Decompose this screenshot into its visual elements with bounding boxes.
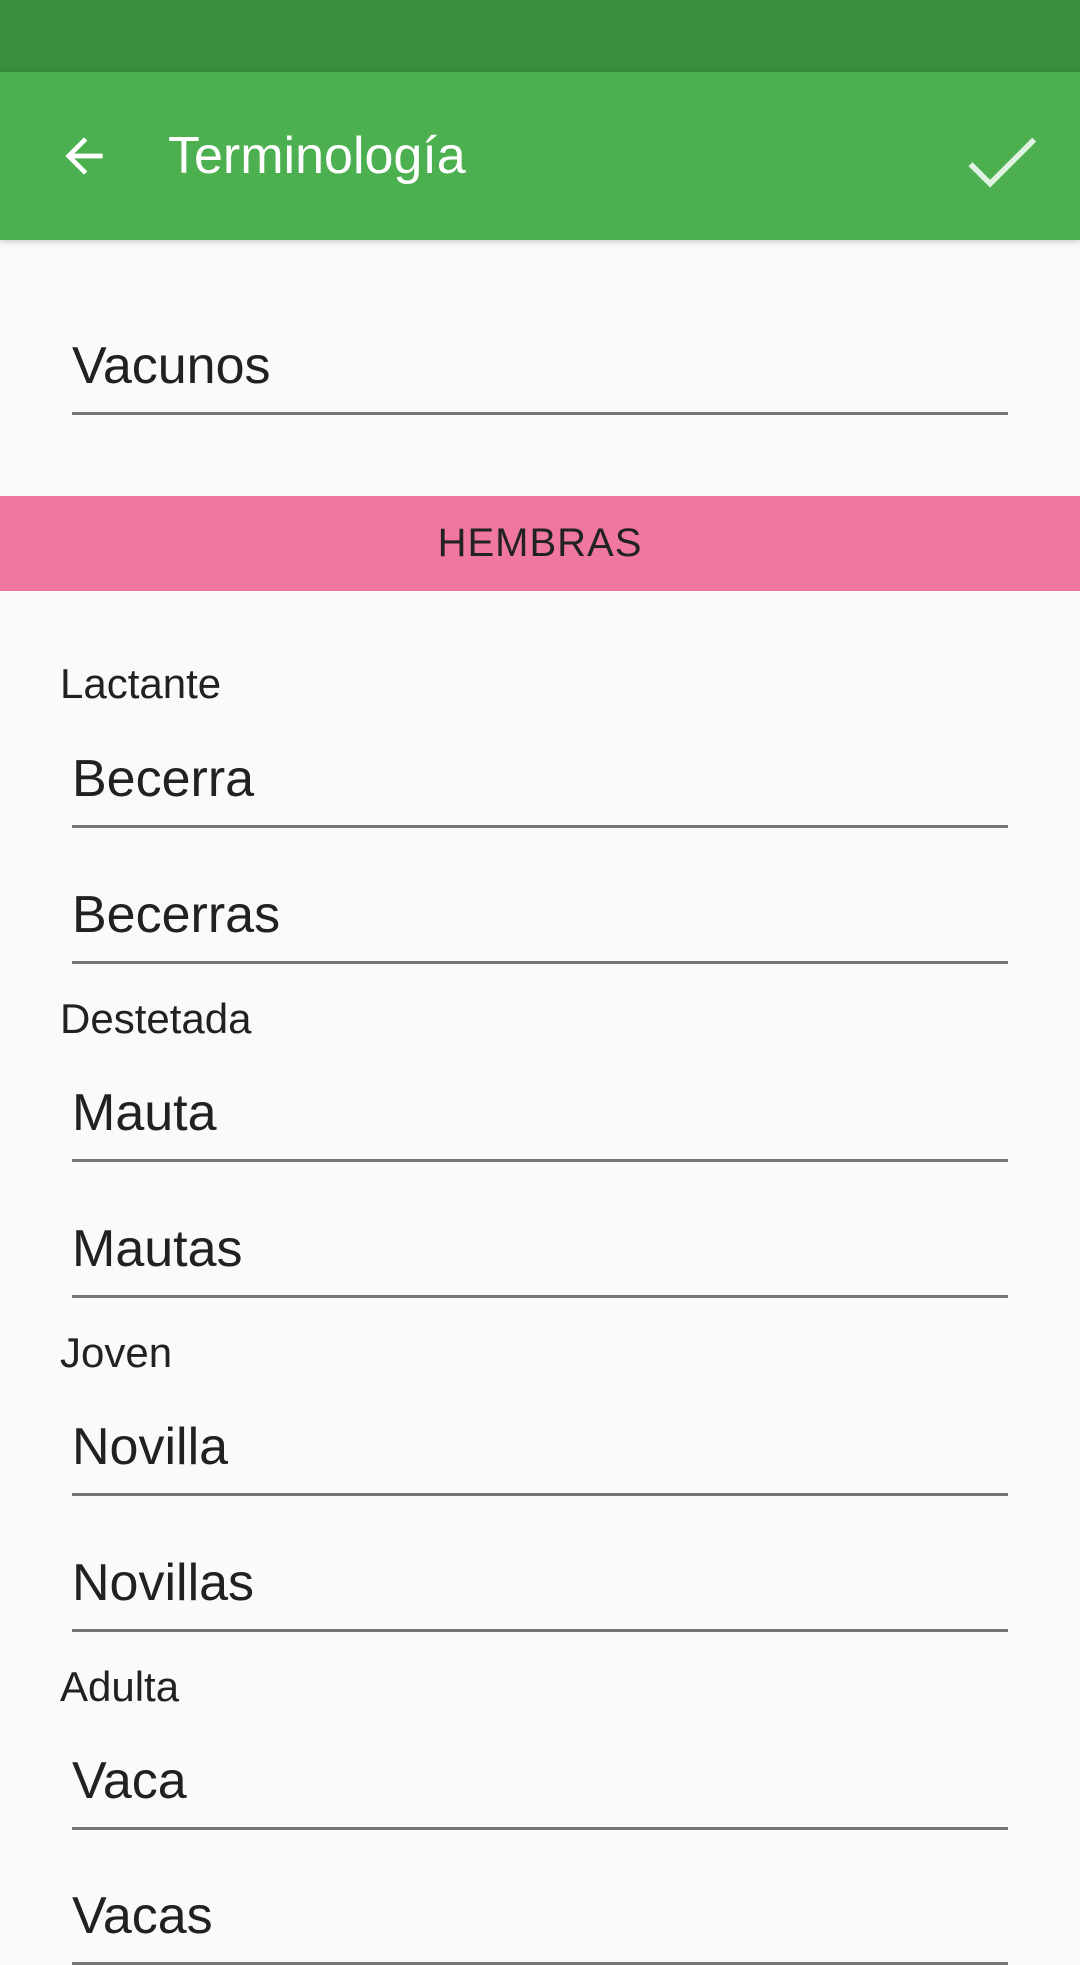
plural-field-destetada[interactable] [72,1213,1008,1298]
plural-input-joven[interactable] [72,1547,1008,1619]
plural-field-joven[interactable] [72,1547,1008,1632]
singular-field-joven[interactable] [72,1411,1008,1496]
group-label-joven: Joven [60,1329,173,1376]
singular-input-destetada[interactable] [72,1077,1008,1149]
species-field[interactable] [72,330,1008,415]
plural-input-destetada[interactable] [72,1213,1008,1285]
singular-input-lactante[interactable] [72,743,1008,815]
status-bar [0,0,1080,72]
plural-field-lactante[interactable] [72,879,1008,964]
singular-field-lactante[interactable] [72,743,1008,828]
plural-input-adulta[interactable] [72,1880,1008,1952]
app-bar: Terminología [0,72,1080,240]
check-icon [968,137,1037,188]
save-button[interactable] [954,114,1050,210]
species-input[interactable] [72,330,1008,402]
arrow-back-icon [65,137,103,175]
singular-field-adulta[interactable] [72,1745,1008,1830]
singular-input-adulta[interactable] [72,1745,1008,1817]
singular-input-joven[interactable] [72,1411,1008,1483]
group-label-lactante: Lactante [60,660,222,707]
section-title: HEMBRAS [437,521,643,565]
plural-input-lactante[interactable] [72,879,1008,951]
page-title: Terminología [168,127,466,185]
section-header-hembras: HEMBRAS [0,496,1080,591]
group-label-adulta: Adulta [60,1663,180,1710]
plural-field-adulta[interactable] [72,1880,1008,1965]
back-button[interactable] [42,114,126,198]
group-label-destetada: Destetada [60,995,252,1042]
singular-field-destetada[interactable] [72,1077,1008,1162]
